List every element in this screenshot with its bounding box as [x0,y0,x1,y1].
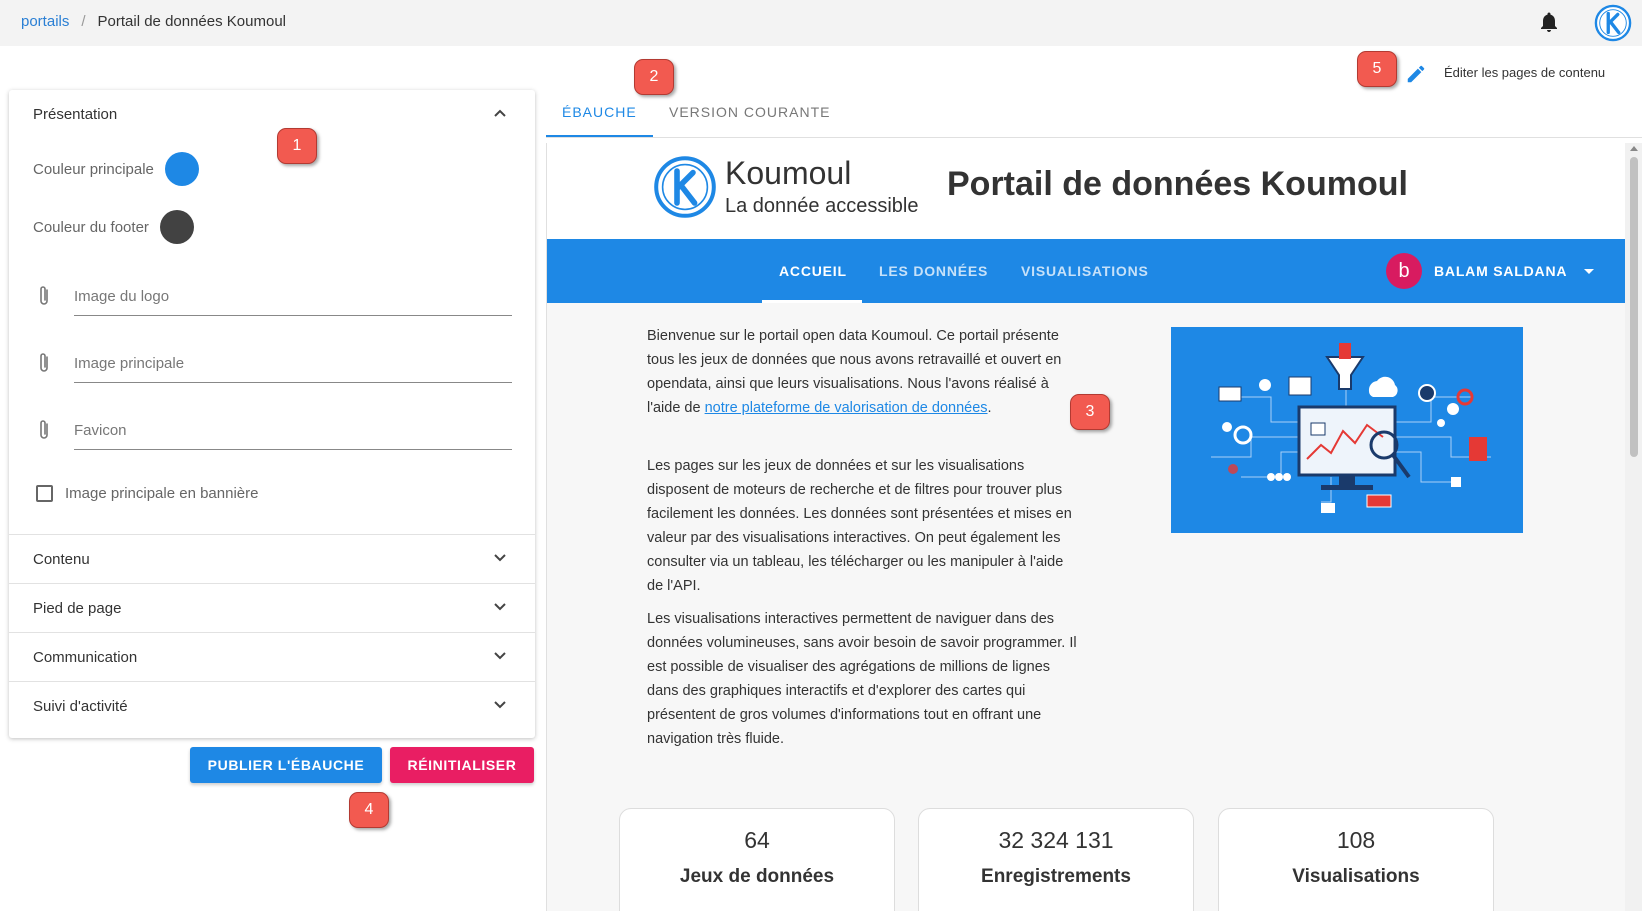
chevron-down-icon [494,701,506,709]
banner-checkbox[interactable] [36,485,53,502]
nav-les-donnees[interactable]: LES DONNÉES [879,263,988,279]
stat-card-records[interactable]: 32 324 131 Enregistrements [918,808,1194,911]
user-avatar[interactable]: b [1386,253,1422,289]
chevron-down-icon [494,652,506,660]
preview-scrollbar[interactable] [1625,143,1642,911]
intro-text-end: . [987,400,992,416]
logo-image-field[interactable]: Image du logo [36,278,512,318]
breadcrumb-current: Portail de données Koumoul [97,13,286,30]
footer-color-label: Couleur du footer [33,218,149,236]
nav-accueil[interactable]: ACCUEIL [779,263,847,279]
tabs-divider [546,137,1642,138]
stat-label: Jeux de données [679,866,835,887]
chevron-down-icon [494,554,506,562]
banner-checkbox-label: Image principale en bannière [65,485,259,502]
favicon-label: Favicon [74,422,127,439]
section-presentation-title: Présentation [33,105,118,123]
breadcrumb-portails-link[interactable]: portails [21,13,69,30]
section-pied-de-page-header[interactable]: Pied de page [9,584,535,632]
annotation-badge-3: 3 [1070,394,1110,430]
preview-nav-bar: ACCUEIL LES DONNÉES VISUALISATIONS b BAL… [547,239,1625,303]
annotation-badge-1: 1 [277,128,317,164]
main-color-swatch[interactable] [164,152,199,186]
logo-image-label: Image du logo [74,288,170,305]
field-underline [74,449,512,450]
field-underline [74,382,512,383]
visualisation-paragraph: Les visualisations interactives permette… [647,611,1077,747]
preview-brand-name: Koumoul [725,155,852,191]
chevron-up-icon [494,109,506,117]
annotation-badge-2: 2 [634,59,674,95]
main-image-label: Image principale [74,355,185,372]
chevron-down-icon [494,603,506,611]
paperclip-icon [40,353,48,372]
field-underline [74,315,512,316]
banner-checkbox-row[interactable]: Image principale en bannière [36,485,258,502]
main-color-label: Couleur principale [33,160,154,178]
user-menu-name[interactable]: BALAM SALDANA [1434,263,1567,279]
scrollbar-thumb[interactable] [1630,157,1638,457]
stat-card-visualisations[interactable]: 108 Visualisations [1218,808,1494,911]
main-color-row: Couleur principale [33,152,199,186]
bell-icon[interactable] [1537,10,1561,34]
caret-down-icon[interactable] [1584,269,1594,274]
section-communication-header[interactable]: Communication [9,633,535,681]
paperclip-icon [40,286,48,305]
footer-color-swatch[interactable] [159,210,194,244]
settings-panel: Présentation Couleur principale Couleur … [9,90,535,738]
stat-value: 32 324 131 [998,827,1114,853]
pencil-icon[interactable] [1405,63,1427,85]
section-presentation-header[interactable]: Présentation [9,90,535,138]
preview-tagline: La donnée accessible [725,195,919,217]
main-image-field[interactable]: Image principale [36,345,512,385]
section-contenu-header[interactable]: Contenu [9,535,535,583]
stat-value: 108 [1336,827,1376,853]
tab-draft[interactable]: ÉBAUCHE [562,104,637,120]
annotation-badge-5: 5 [1357,51,1397,87]
koumoul-logo-icon [654,156,716,218]
stat-card-datasets[interactable]: 64 Jeux de données [619,808,895,911]
search-paragraph: Les pages sur les jeux de données et sur… [647,458,1072,594]
preview-header: Koumoul La donnée accessible Portail de … [547,143,1625,239]
favicon-field[interactable]: Favicon [36,412,512,452]
publish-draft-button[interactable]: PUBLIER L'ÉBAUCHE [190,747,382,783]
nav-active-indicator [762,300,862,303]
footer-color-row: Couleur du footer [33,210,194,244]
stat-label: Visualisations [1292,866,1420,887]
breadcrumb-separator: / [81,13,86,30]
stat-label: Enregistrements [981,866,1131,887]
section-contenu-title: Contenu [33,550,90,568]
breadcrumb: portails / Portail de données Koumoul [21,13,286,30]
section-pied-de-page-title: Pied de page [33,599,122,617]
intro-paragraph: Bienvenue sur le portail open data Koumo… [647,324,1077,420]
koumoul-logo-icon[interactable] [1594,4,1632,42]
edit-content-pages-link[interactable]: Éditer les pages de contenu [1444,65,1605,80]
data-illustration [1171,327,1523,533]
top-bar: portails / Portail de données Koumoul [0,0,1642,46]
annotation-badge-4: 4 [349,792,389,828]
stat-value: 64 [744,827,770,853]
reset-button[interactable]: RÉINITIALISER [390,747,534,783]
tab-current-version[interactable]: VERSION COURANTE [669,104,830,120]
paperclip-icon [40,420,48,439]
scroll-up-arrow-icon[interactable] [1630,146,1638,151]
platform-link[interactable]: notre plateforme de valorisation de donn… [705,400,988,416]
section-suivi-activite-header[interactable]: Suivi d'activité [9,682,535,730]
section-suivi-activite-title: Suivi d'activité [33,697,128,715]
section-communication-title: Communication [33,648,138,666]
preview-portal-title: Portail de données Koumoul [947,165,1408,203]
nav-visualisations[interactable]: VISUALISATIONS [1021,263,1149,279]
portal-preview: Koumoul La donnée accessible Portail de … [546,143,1642,911]
